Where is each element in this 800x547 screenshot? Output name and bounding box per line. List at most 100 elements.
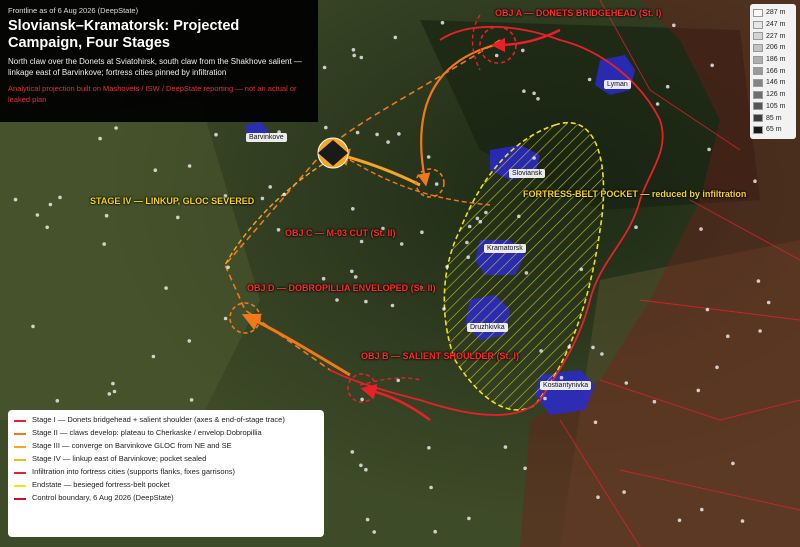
legend-item: Stage IV — linkup east of Barvinkove; po…	[14, 454, 318, 464]
elevation-step: 206 m	[753, 42, 793, 54]
settlement-dot	[13, 197, 18, 202]
map-canvas[interactable]: Frontline as of 6 Aug 2026 (DeepState) S…	[0, 0, 800, 547]
settlement-dot	[494, 53, 499, 58]
legend-label: Stage III — converge on Barvinkove GLOC …	[32, 441, 232, 450]
settlement-dot	[45, 225, 49, 230]
settlement-dot	[359, 55, 364, 60]
settlement-dot	[758, 329, 762, 333]
settlement-dot	[532, 91, 536, 96]
settlement-dot	[399, 242, 404, 246]
elevation-step: 65 m	[753, 124, 793, 136]
settlement-dot	[102, 242, 106, 246]
legend-item: Control boundary, 6 Aug 2026 (DeepState)	[14, 493, 318, 503]
settlement-dot	[567, 345, 571, 349]
settlement-dot	[355, 130, 360, 135]
elevation-swatch	[753, 102, 763, 111]
linkup-symbol	[317, 137, 349, 169]
settlement-dot	[467, 224, 472, 229]
settlement-dot	[111, 381, 115, 386]
frontline-date: Frontline as of 6 Aug 2026 (DeepState)	[8, 6, 139, 15]
settlement-dot	[351, 207, 355, 211]
settlement-dot	[445, 265, 449, 269]
settlement-dot	[756, 279, 761, 283]
legend-item: Stage I — Donets bridgehead + salient sh…	[14, 415, 318, 425]
settlement-dot	[624, 381, 629, 385]
elevation-label: 85 m	[766, 114, 782, 122]
settlement-dot	[397, 132, 401, 136]
settlement-dot	[350, 269, 354, 274]
settlement-dot	[532, 156, 536, 160]
legend-line-swatch	[14, 485, 26, 487]
elevation-swatch	[753, 8, 763, 17]
settlement-dot	[467, 516, 471, 521]
elevation-swatch	[753, 78, 763, 87]
legend-item: Infiltration into fortress cities (suppo…	[14, 467, 318, 477]
elevation-step: 247 m	[753, 19, 793, 31]
settlement-dot	[715, 365, 719, 370]
elevation-scale: 287 m 247 m 227 m 206 m 186 m 166 m 146 m 126 m…	[750, 4, 796, 139]
settlement-dot	[427, 446, 431, 450]
settlement-dot	[465, 240, 469, 245]
title-line-2: Campaign, Four Stages	[8, 35, 170, 51]
legend-item: Stage II — claws develop: plateau to Che…	[14, 428, 318, 438]
legend-label: Endstate — besieged fortress-belt pocket	[32, 480, 170, 489]
settlement-dot	[665, 84, 670, 89]
settlement-dot	[426, 155, 431, 159]
settlement-dot	[466, 255, 471, 259]
settlement-dot	[677, 518, 682, 523]
elevation-label: 247 m	[766, 21, 786, 29]
obj-b-label: OBJ B — SALIENT SHOULDER (St. I)	[361, 351, 520, 361]
settlement-dot	[707, 147, 711, 152]
settlement-dot	[352, 53, 357, 58]
legend-line-swatch	[14, 472, 26, 474]
settlement-dot	[521, 48, 525, 53]
settlement-dot	[522, 89, 526, 93]
settlement-dot	[503, 445, 508, 449]
title-panel: Frontline as of 6 Aug 2026 (DeepState) S…	[0, 0, 318, 122]
obj-c-label: OBJ C — M-03 CUT (St. II)	[285, 228, 396, 238]
settlement-dot	[359, 239, 364, 244]
settlement-dot	[55, 399, 60, 403]
settlement-dot	[151, 354, 156, 359]
legend-line-swatch	[14, 433, 26, 435]
settlement-dot	[524, 271, 529, 275]
elevation-swatch	[753, 43, 763, 52]
settlement-dot	[484, 210, 488, 215]
settlement-dot	[517, 214, 521, 219]
elevation-label: 166 m	[766, 67, 786, 75]
settlement-dot	[434, 182, 439, 186]
settlement-dot	[364, 467, 368, 472]
elevation-label: 126 m	[766, 91, 786, 99]
settlement-dot	[386, 140, 390, 144]
disclaimer: Analytical projection built on Mashovets…	[8, 84, 297, 104]
legend-item: Stage III — converge on Barvinkove GLOC …	[14, 441, 318, 451]
settlement-dot	[375, 132, 379, 137]
settlement-dot	[634, 225, 638, 229]
settlement-dot	[429, 485, 433, 490]
elevation-step: 287 m	[753, 7, 793, 19]
settlement-dot	[393, 35, 398, 40]
settlement-dot	[226, 265, 230, 270]
settlement-dot	[622, 490, 626, 494]
settlement-dot	[58, 195, 62, 200]
settlement-dot	[478, 219, 483, 224]
legend-label: Stage II — claws develop: plateau to Che…	[32, 428, 262, 437]
settlement-dot	[731, 461, 735, 466]
settlement-dot	[335, 298, 339, 302]
settlement-dot	[31, 324, 35, 329]
settlement-dot	[276, 228, 281, 232]
settlement-dot	[699, 227, 703, 231]
elevation-label: 146 m	[766, 79, 786, 87]
settlement-dot	[442, 307, 446, 311]
elevation-step: 85 m	[753, 112, 793, 124]
settlement-dot	[420, 230, 424, 234]
settlement-dot	[164, 286, 168, 290]
settlement-dot	[433, 529, 438, 534]
settlement-dot	[593, 420, 598, 425]
settlement-dot	[351, 48, 356, 52]
subtitle: North claw over the Donets at Sviatohirs…	[8, 57, 302, 77]
elevation-swatch	[753, 114, 763, 123]
settlement-dot	[600, 352, 604, 356]
settlement-dot	[98, 136, 102, 141]
settlement-dot	[187, 339, 192, 343]
